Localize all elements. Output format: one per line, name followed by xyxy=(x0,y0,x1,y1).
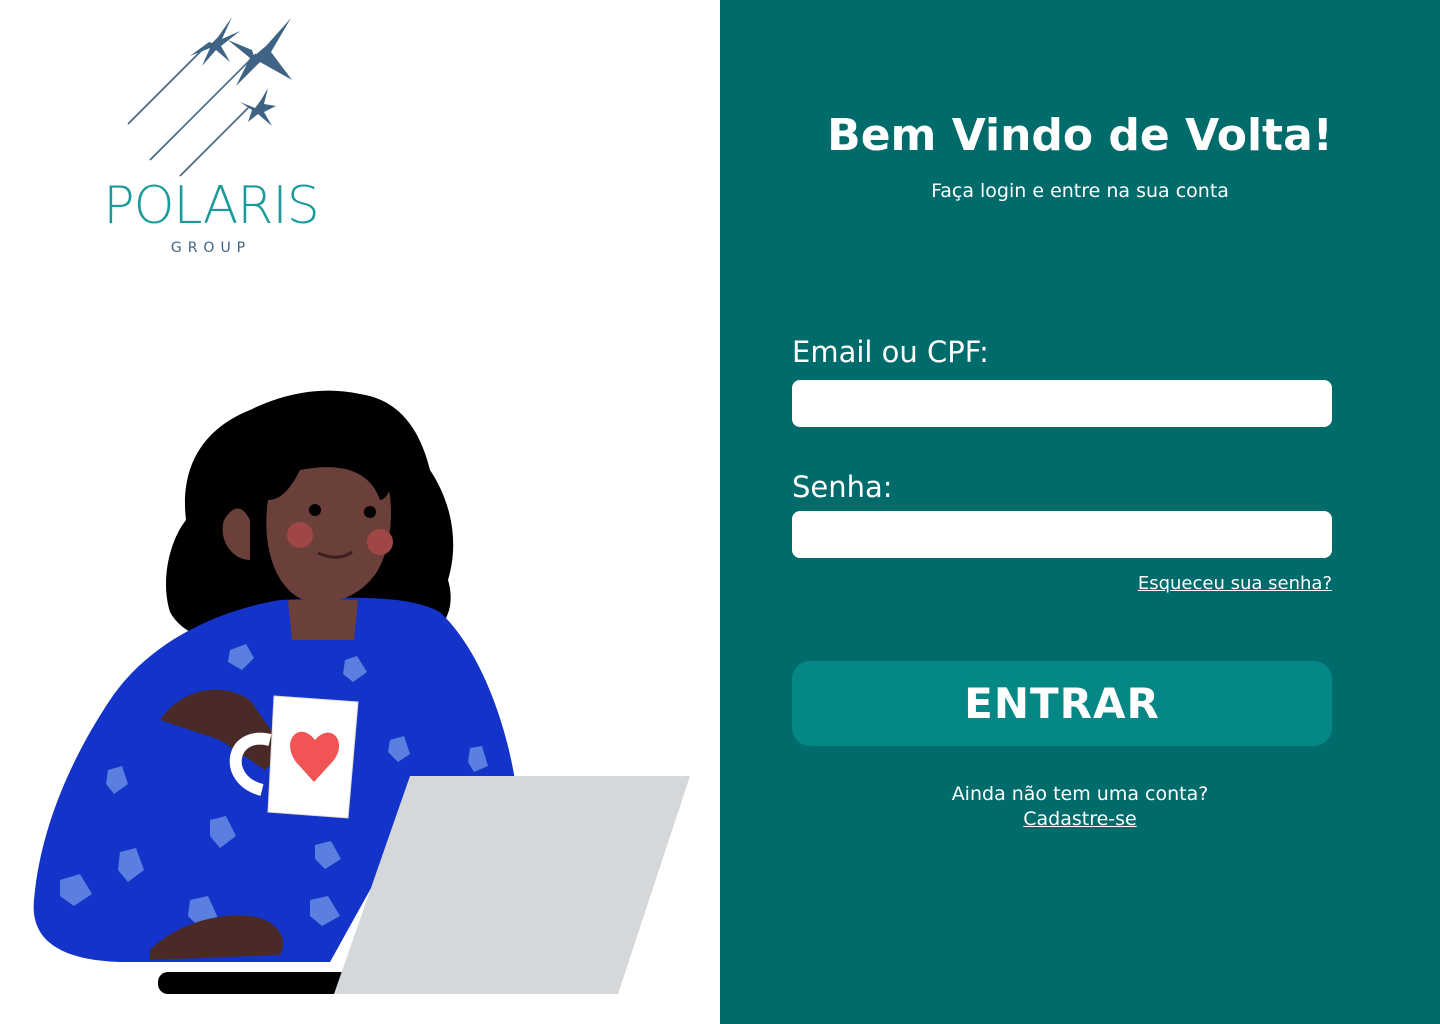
email-label: Email ou CPF: xyxy=(792,335,989,369)
page-subtitle: Faça login e entre na sua conta xyxy=(931,180,1229,202)
logo: POLARIS GROUP xyxy=(80,10,340,260)
signup-link[interactable]: Cadastre-se xyxy=(1023,808,1137,830)
woman-with-coffee-and-laptop xyxy=(33,390,690,994)
illustration-panel: POLARIS GROUP xyxy=(0,0,720,1024)
brand-subtitle: GROUP xyxy=(170,240,252,256)
password-label: Senha: xyxy=(792,470,893,504)
password-field[interactable] xyxy=(792,511,1332,558)
signup-link-wrapper: Cadastre-se xyxy=(720,806,1440,832)
stars-icon xyxy=(127,17,292,177)
login-button[interactable]: ENTRAR xyxy=(792,661,1332,746)
forgot-password-link[interactable]: Esqueceu sua senha? xyxy=(1138,572,1332,596)
brand-name: POLARIS xyxy=(103,176,320,236)
email-field[interactable] xyxy=(792,380,1332,427)
signup-prompt: Ainda não tem uma conta? xyxy=(951,783,1209,805)
page-title: Bem Vindo de Volta! xyxy=(827,110,1333,161)
login-panel: Bem Vindo de Volta! Faça login e entre n… xyxy=(720,0,1440,1024)
